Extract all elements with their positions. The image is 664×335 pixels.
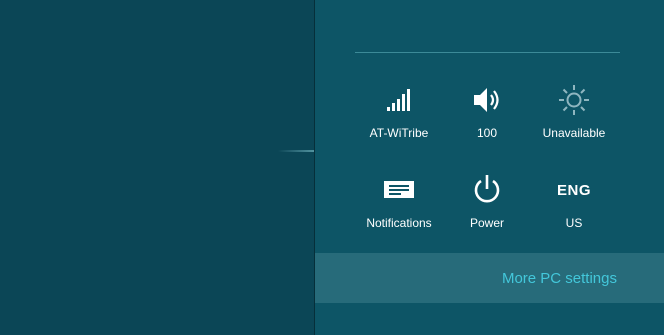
desktop-background [0,0,314,335]
keyboard-language-tile[interactable]: ENG US [529,174,619,244]
language-code-glyph: ENG [556,181,591,199]
network-label: AT-WiTribe [369,126,429,140]
keyboard-layout-label: US [565,216,583,230]
brightness-sun-icon [554,84,594,116]
desktop-light-streak [278,150,314,152]
network-signal-icon [379,84,419,116]
brightness-tile[interactable]: Unavailable [529,84,619,154]
volume-tile[interactable]: 100 [442,84,532,154]
notifications-tile[interactable]: Notifications [354,174,444,244]
settings-charm-pane: AT-WiTribe 100 Unavailable Notifications… [315,0,664,335]
settings-separator [355,52,620,53]
pane-bottom-strip [315,303,664,335]
network-tile[interactable]: AT-WiTribe [354,84,444,154]
brightness-label: Unavailable [542,126,606,140]
power-label: Power [469,216,504,230]
volume-label: 100 [476,126,498,140]
power-tile[interactable]: Power [442,174,532,244]
more-pc-settings-label: More PC settings [501,269,617,287]
power-icon [467,174,507,206]
more-pc-settings-link[interactable]: More PC settings [315,253,664,303]
keyboard-language-icon: ENG [554,174,594,206]
notifications-label: Notifications [366,216,432,230]
notifications-icon [379,174,419,206]
speaker-volume-icon [467,84,507,116]
